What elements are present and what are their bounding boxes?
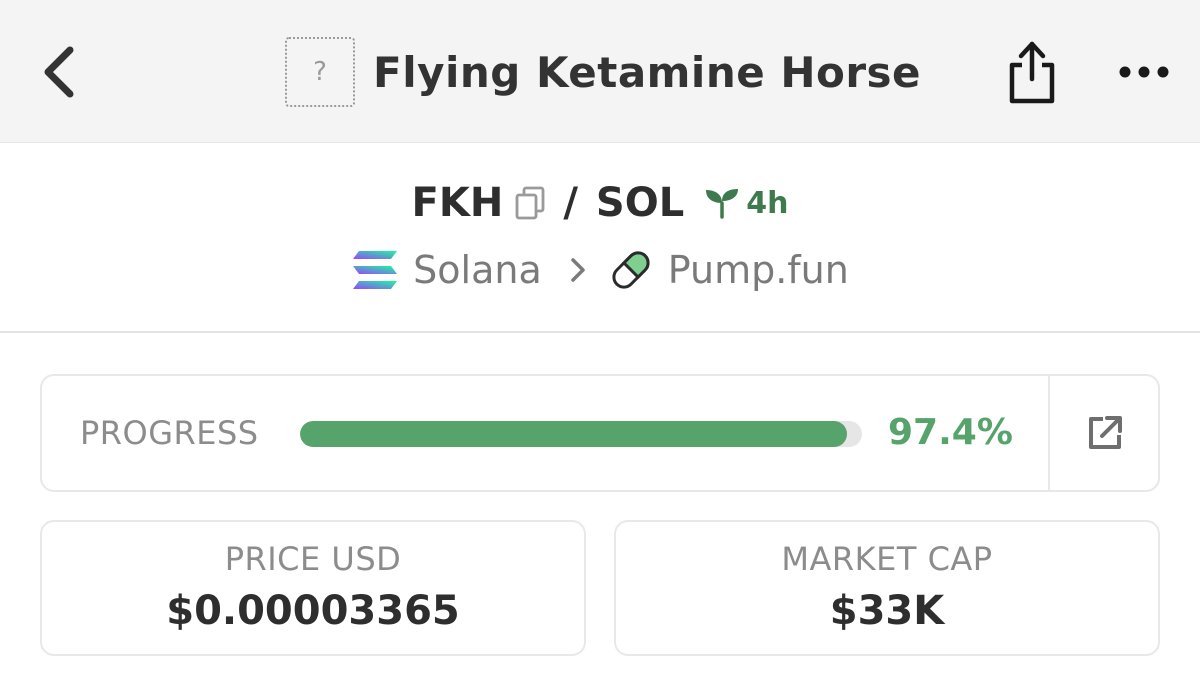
price-usd-card: PRICE USD $0.00003365 [40, 520, 586, 656]
dex-link[interactable]: Pump.fun [668, 248, 849, 292]
pair-separator: / [563, 180, 578, 226]
chevron-right-icon [570, 257, 586, 283]
token-title-group: ? Flying Ketamine Horse [285, 37, 921, 107]
copy-icon [515, 186, 545, 220]
section-divider [0, 331, 1200, 333]
pair-age: 4h [704, 186, 788, 221]
bonding-progress-card: PROGRESS 97.4% [40, 374, 1160, 492]
market-cap-value: $33K [829, 588, 945, 634]
external-link-icon [1089, 416, 1122, 449]
token-placeholder-glyph: ? [313, 57, 327, 87]
progress-bar [300, 421, 862, 447]
copy-address-button[interactable] [515, 186, 545, 220]
solana-icon [351, 250, 399, 290]
back-button[interactable] [36, 42, 84, 102]
sprout-icon [706, 189, 739, 219]
pair-quote-symbol: SOL [595, 180, 685, 226]
market-cap-label: MARKET CAP [781, 540, 993, 578]
pair-age-value: 4h [746, 185, 789, 221]
pair-base-symbol: FKH [411, 180, 504, 226]
price-usd-label: PRICE USD [224, 540, 402, 578]
pair-row: FKH / SOL 4h [0, 175, 1200, 231]
progress-value: 97.4% [888, 412, 1013, 453]
market-cap-card: MARKET CAP $33K [614, 520, 1160, 656]
app-header: ? Flying Ketamine Horse [0, 0, 1200, 143]
progress-label: PROGRESS [80, 414, 259, 452]
more-horizontal-icon [1119, 66, 1169, 78]
more-options-button[interactable] [1112, 48, 1176, 96]
price-usd-value: $0.00003365 [166, 588, 460, 634]
open-external-button[interactable] [1050, 376, 1160, 490]
share-icon [1009, 41, 1055, 104]
progress-bar-fill [300, 421, 848, 447]
chevron-left-icon [44, 46, 74, 98]
pill-icon [608, 247, 654, 293]
token-image-placeholder: ? [285, 37, 355, 107]
page-title: Flying Ketamine Horse [373, 47, 922, 97]
chain-link[interactable]: Solana [413, 248, 542, 292]
chain-breadcrumb: Solana Pump.fun [0, 242, 1200, 298]
share-button[interactable] [1002, 36, 1062, 108]
